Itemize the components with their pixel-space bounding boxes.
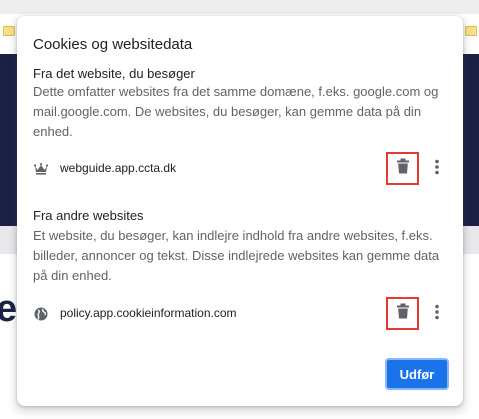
site-row: webguide.app.ccta.dk xyxy=(17,151,463,187)
bookmark-folder-icon xyxy=(465,26,477,36)
site-name: policy.app.cookieinformation.com xyxy=(60,306,237,320)
trash-icon xyxy=(396,303,410,324)
crown-icon xyxy=(33,161,49,177)
more-vert-icon xyxy=(435,159,439,180)
dialog-title: Cookies og websitedata xyxy=(33,36,193,53)
more-vert-icon xyxy=(435,304,439,325)
bookmark-folder-icon xyxy=(3,26,15,36)
more-options-button[interactable] xyxy=(427,300,447,328)
delete-site-button[interactable] xyxy=(386,152,419,185)
trash-icon xyxy=(396,158,410,179)
page-heading-fragment: e xyxy=(0,288,18,330)
globe-icon xyxy=(33,306,49,322)
third-party-description: Et website, du besøger, kan indlejre ind… xyxy=(33,228,440,283)
site-name: webguide.app.ccta.dk xyxy=(60,161,177,175)
third-party-heading: Fra andre websites xyxy=(33,208,144,223)
cookies-dialog: Cookies og websitedata Fra det website, … xyxy=(17,16,463,406)
done-button[interactable]: Udfør xyxy=(385,358,449,390)
more-options-button[interactable] xyxy=(427,155,447,183)
first-party-heading: Fra det website, du besøger xyxy=(33,66,195,81)
delete-site-button[interactable] xyxy=(386,297,419,330)
first-party-description: Dette omfatter websites fra det samme do… xyxy=(33,84,439,139)
site-row: policy.app.cookieinformation.com xyxy=(17,296,463,332)
browser-top-bar xyxy=(0,0,479,14)
